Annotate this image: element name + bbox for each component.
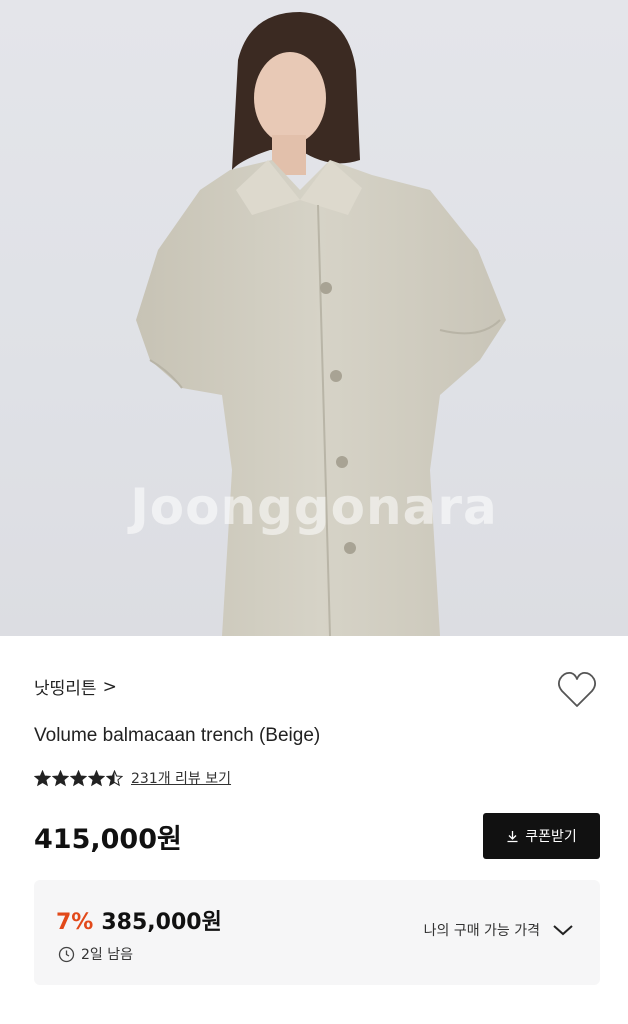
star-full-icon [52, 769, 69, 786]
star-full-icon [88, 769, 105, 786]
brand-name: 낫띵리튼 [34, 679, 97, 699]
time-remaining: 2일 남음 [58, 944, 133, 964]
discount-price: 385,000원 [101, 910, 222, 935]
original-price: 415,000원 [34, 824, 182, 855]
coupon-button[interactable]: 쿠폰받기 [483, 813, 600, 859]
discount-percent: 7% [56, 910, 94, 935]
discount-panel: 7% 385,000원 2일 남음 나의 구매 가능 가격 [34, 880, 600, 985]
chevron-down-icon [553, 925, 573, 936]
star-half-icon [106, 769, 123, 786]
product-title: Volume balmacaan trench (Beige) [34, 725, 321, 746]
my-price-label: 나의 구매 가능 가격 [423, 923, 540, 939]
wishlist-button[interactable] [556, 670, 598, 710]
time-remaining-text: 2일 남음 [81, 947, 133, 963]
star-full-icon [34, 769, 51, 786]
star-rating [34, 769, 123, 787]
my-price-toggle[interactable]: 나의 구매 가능 가격 [424, 920, 574, 940]
product-image[interactable]: Joonggonara [0, 0, 628, 636]
heart-outline-icon [557, 671, 597, 707]
rating-row: 231개 리뷰 보기 [34, 768, 231, 788]
download-icon [507, 830, 518, 842]
review-link[interactable]: 231개 리뷰 보기 [131, 768, 231, 788]
coupon-button-label: 쿠폰받기 [525, 829, 577, 845]
chevron-right-icon: > [102, 676, 117, 697]
brand-link[interactable]: 낫띵리튼 > [34, 674, 117, 700]
watermark-text: Joonggonara [130, 478, 498, 536]
discount-line: 7% 385,000원 [56, 904, 222, 936]
clock-icon [58, 946, 75, 962]
star-full-icon [70, 769, 87, 786]
model-illustration [136, 12, 506, 636]
